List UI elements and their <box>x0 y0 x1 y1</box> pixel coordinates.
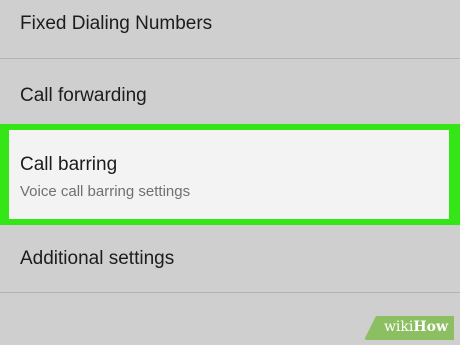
settings-item-fixed-dialing-numbers[interactable]: Fixed Dialing Numbers <box>0 0 460 58</box>
settings-item-label: Additional settings <box>20 248 175 269</box>
settings-item-call-barring[interactable]: Call barring Voice call barring settings <box>9 130 449 219</box>
watermark-text: wikiHow <box>384 319 448 335</box>
settings-item-summary: Voice call barring settings <box>20 183 191 200</box>
settings-item-label: Call barring <box>20 154 118 175</box>
call-settings-list: Fixed Dialing Numbers Call forwarding Ca… <box>0 0 460 345</box>
watermark-wiki: wiki <box>383 319 414 335</box>
wikihow-watermark: wikiHow <box>364 316 454 340</box>
settings-item-call-forwarding[interactable]: Call forwarding <box>0 59 460 126</box>
settings-item-call-barring-highlight: Call barring Voice call barring settings <box>0 124 460 225</box>
settings-item-label: Fixed Dialing Numbers <box>20 13 213 34</box>
settings-item-additional-settings[interactable]: Additional settings <box>0 226 460 292</box>
settings-item-label: Call forwarding <box>20 85 147 106</box>
watermark-how: How <box>413 319 448 335</box>
